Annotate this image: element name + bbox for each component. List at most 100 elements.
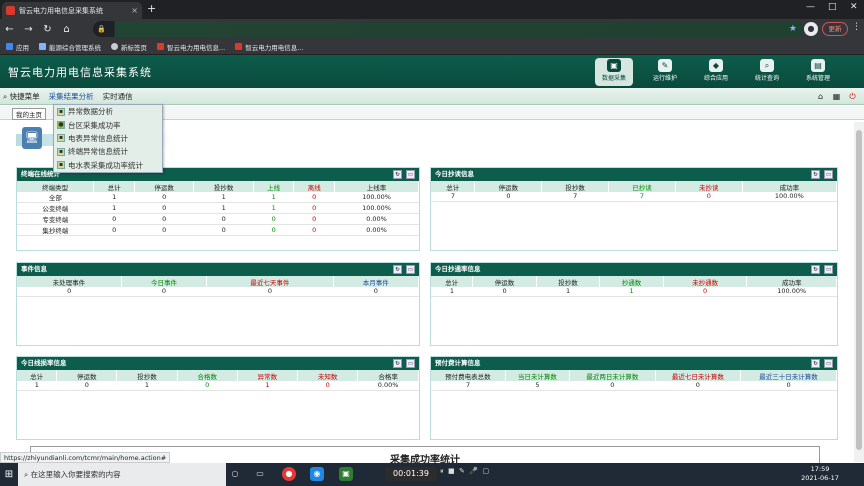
- chart-icon: ▪: [57, 161, 65, 170]
- tab-title: 智云电力用电信息采集系统: [19, 6, 103, 15]
- maximize-panel-icon[interactable]: ▭: [406, 359, 415, 368]
- home-icon[interactable]: ⌂: [57, 24, 76, 35]
- recorder-icon[interactable]: ▣: [339, 467, 353, 481]
- menu-item-meter-abnormal[interactable]: ▪ 电表异常信息统计: [54, 132, 162, 145]
- edit-icon[interactable]: ✎: [459, 467, 465, 475]
- table-row[interactable]: 全部 1 0 1 1 0 100.00%: [17, 192, 419, 203]
- apps-icon: ◆: [709, 59, 723, 72]
- stop-icon[interactable]: ■: [448, 467, 455, 475]
- table-row[interactable]: 1 0 1 1 0 100.00%: [431, 287, 837, 297]
- monitor-icon: ▤: [811, 59, 825, 72]
- chart-icon: ▪: [57, 107, 65, 116]
- browser-menu-icon[interactable]: ⋮: [852, 22, 861, 32]
- tab-my-home[interactable]: 我的主页: [12, 108, 46, 120]
- lineloss-table: 总计 停运数 投抄数 合格数 异常数 未知数 合格率 1 0 1 0 1 0 0.00%: [17, 370, 419, 391]
- address-bar[interactable]: 🔒 ★: [93, 21, 803, 37]
- menu-item-abnormal-data[interactable]: ▪ 异常数据分析: [54, 105, 162, 118]
- table-row[interactable]: 集抄终端 0 0 0 0 0 0.00%: [17, 224, 419, 236]
- wrench-icon: ✎: [658, 59, 672, 72]
- menu-bar: ⌕ 快捷菜单 采集结果分析 实时通信: [0, 88, 864, 105]
- refresh-icon[interactable]: ↻: [811, 170, 820, 179]
- close-tab-icon[interactable]: ×: [131, 6, 138, 15]
- power-icon[interactable]: ⏻: [847, 91, 858, 102]
- panel-title: 今日线损率信息 ↻ ▭: [17, 357, 419, 370]
- module-data-collection[interactable]: ▣ 数据采集: [595, 58, 633, 86]
- new-tab-icon[interactable]: +: [147, 2, 156, 15]
- home-icon[interactable]: ⌂: [815, 91, 826, 102]
- pause-icon[interactable]: ⏸: [440, 467, 444, 475]
- status-url: https://zhiyundianli.com/tcmr/main/home.…: [0, 452, 171, 463]
- taskbar-search[interactable]: ⌕ 在这里输入你要搜索的内容: [18, 463, 226, 486]
- maximize-panel-icon[interactable]: ▭: [406, 265, 415, 274]
- module-comprehensive[interactable]: ◆ 综合应用: [697, 58, 735, 86]
- bookmark-star-icon[interactable]: ★: [789, 24, 797, 34]
- browser-tab[interactable]: 智云电力用电信息采集系统 ×: [2, 2, 142, 19]
- refresh-icon[interactable]: ↻: [393, 170, 402, 179]
- table-header: 终端类型 总计 停运数 投抄数 上线 离线 上线率: [17, 181, 419, 192]
- maximize-panel-icon[interactable]: ▭: [406, 170, 415, 179]
- terminal-table: 终端类型 总计 停运数 投抄数 上线 离线 上线率 全部 1 0 1 1 0 100.00% 公变终端 1…: [17, 181, 419, 236]
- table-row[interactable]: 1 0 1 0 1 0 0.00%: [17, 381, 419, 391]
- close-window-icon[interactable]: ✕: [850, 2, 858, 12]
- lock-icon: 🔒: [97, 25, 106, 33]
- magnifier-icon: ⌕: [760, 59, 774, 72]
- bookmark-zhiyun-1[interactable]: 智云电力用电信息...: [157, 42, 225, 52]
- menu-quick[interactable]: ⌕ 快捷菜单: [3, 91, 40, 102]
- refresh-icon[interactable]: ↻: [393, 359, 402, 368]
- update-button[interactable]: 更新: [822, 22, 848, 36]
- scrollbar-thumb[interactable]: [856, 130, 862, 450]
- table-row[interactable]: 0000: [17, 287, 419, 297]
- refresh-icon[interactable]: ↻: [811, 359, 820, 368]
- menu-realtime-comm[interactable]: 实时通信: [103, 91, 133, 102]
- menu-item-terminal-abnormal[interactable]: ▪ 终端异常信息统计: [54, 145, 162, 158]
- refresh-icon[interactable]: ↻: [811, 265, 820, 274]
- back-icon[interactable]: ←: [0, 24, 19, 35]
- cortana-icon[interactable]: ○: [228, 467, 242, 481]
- recording-timer: 00:01:39: [385, 467, 437, 481]
- module-system[interactable]: ▤ 系统管理: [799, 58, 837, 86]
- collection-analysis-dropdown: ▪ 异常数据分析 ● 台区采集成功率 ▪ 电表异常信息统计 ▪ 终端异常信息统计 ▪ 电水…: [53, 104, 163, 173]
- table-row[interactable]: 专变终端 0 0 0 0 0 0.00%: [17, 213, 419, 225]
- refresh-icon[interactable]: ↻: [393, 265, 402, 274]
- bookmark-site-icon: [39, 43, 46, 50]
- task-view-icon[interactable]: ▭: [253, 467, 267, 481]
- bookmark-zhiyun-2[interactable]: 智云电力用电信息...: [235, 42, 303, 52]
- maximize-panel-icon[interactable]: ▭: [824, 265, 833, 274]
- forward-icon[interactable]: →: [19, 24, 38, 35]
- bookmark-new-tab[interactable]: 新标签页: [111, 42, 147, 52]
- chart-icon: ●: [57, 121, 65, 130]
- table-row[interactable]: 公变终端 1 0 1 1 0 100.00%: [17, 202, 419, 214]
- table-row[interactable]: 75000: [431, 381, 837, 391]
- table-header: 总计 停运数 投抄数 抄通数 未抄通数 成功率: [431, 276, 837, 287]
- panel-today-comm-rate: 今日抄通率信息 ↻ ▭ 总计 停运数 投抄数 抄通数 未抄通数 成功率 1 0 1 1 0 100.…: [430, 262, 838, 346]
- events-table: 未处理事件 今日事件 最近七天事件 本月事件 0000: [17, 276, 420, 297]
- minimize-icon[interactable]: —: [806, 2, 815, 12]
- windows-start-icon[interactable]: ⊞: [0, 469, 18, 480]
- module-statistics[interactable]: ⌕ 统计查询: [748, 58, 786, 86]
- chrome-icon[interactable]: ●: [282, 467, 296, 481]
- camera-icon[interactable]: ▢: [483, 467, 490, 475]
- maximize-panel-icon[interactable]: ▭: [824, 170, 833, 179]
- system-clock[interactable]: 17:59 2021-06-17: [790, 465, 850, 483]
- panel-title: 今日抄读信息 ↻ ▭: [431, 168, 837, 181]
- comm-table: 总计 停运数 投抄数 抄通数 未抄通数 成功率 1 0 1 1 0 100.00%: [431, 276, 837, 297]
- maximize-icon[interactable]: □: [828, 2, 837, 12]
- bookmark-energy-system[interactable]: 能源综合管理系统: [39, 42, 101, 52]
- recording-controls: ⏸ ■ ✎ 🎤 ▢: [440, 467, 520, 481]
- bookmark-apps[interactable]: 应用: [6, 42, 29, 52]
- module-operation[interactable]: ✎ 运行维护: [646, 58, 684, 86]
- app-icon[interactable]: ◉: [310, 467, 324, 481]
- browser-tabbar: 智云电力用电信息采集系统 × + — □ ✕: [0, 0, 864, 19]
- mic-icon[interactable]: 🎤: [469, 467, 478, 475]
- menu-item-water-meter-rate[interactable]: ▪ 电水表采集成功率统计: [54, 159, 162, 172]
- menu-collection-analysis[interactable]: 采集结果分析: [49, 91, 94, 102]
- profile-avatar-icon[interactable]: ●: [804, 22, 818, 36]
- table-row[interactable]: 7 0 7 7 0 100.00%: [431, 192, 837, 202]
- reload-icon[interactable]: ↻: [38, 24, 57, 35]
- user-icon[interactable]: ▦: [831, 91, 842, 102]
- maximize-panel-icon[interactable]: ▭: [824, 359, 833, 368]
- address-toolbar: ← → ↻ ⌂ 🔒 ★ ● 更新 ⋮: [0, 19, 864, 39]
- reading-table: 总计 停运数 投抄数 已抄读 未抄读 成功率 7 0 7 7 0 100.00%: [431, 181, 838, 202]
- app-header: 智云电力用电信息采集系统 ▣ 数据采集 ✎ 运行维护 ◆ 综合应用 ⌕ 统计查询 ▤ 系统…: [0, 55, 864, 88]
- menu-item-area-success-rate[interactable]: ● 台区采集成功率: [54, 118, 162, 131]
